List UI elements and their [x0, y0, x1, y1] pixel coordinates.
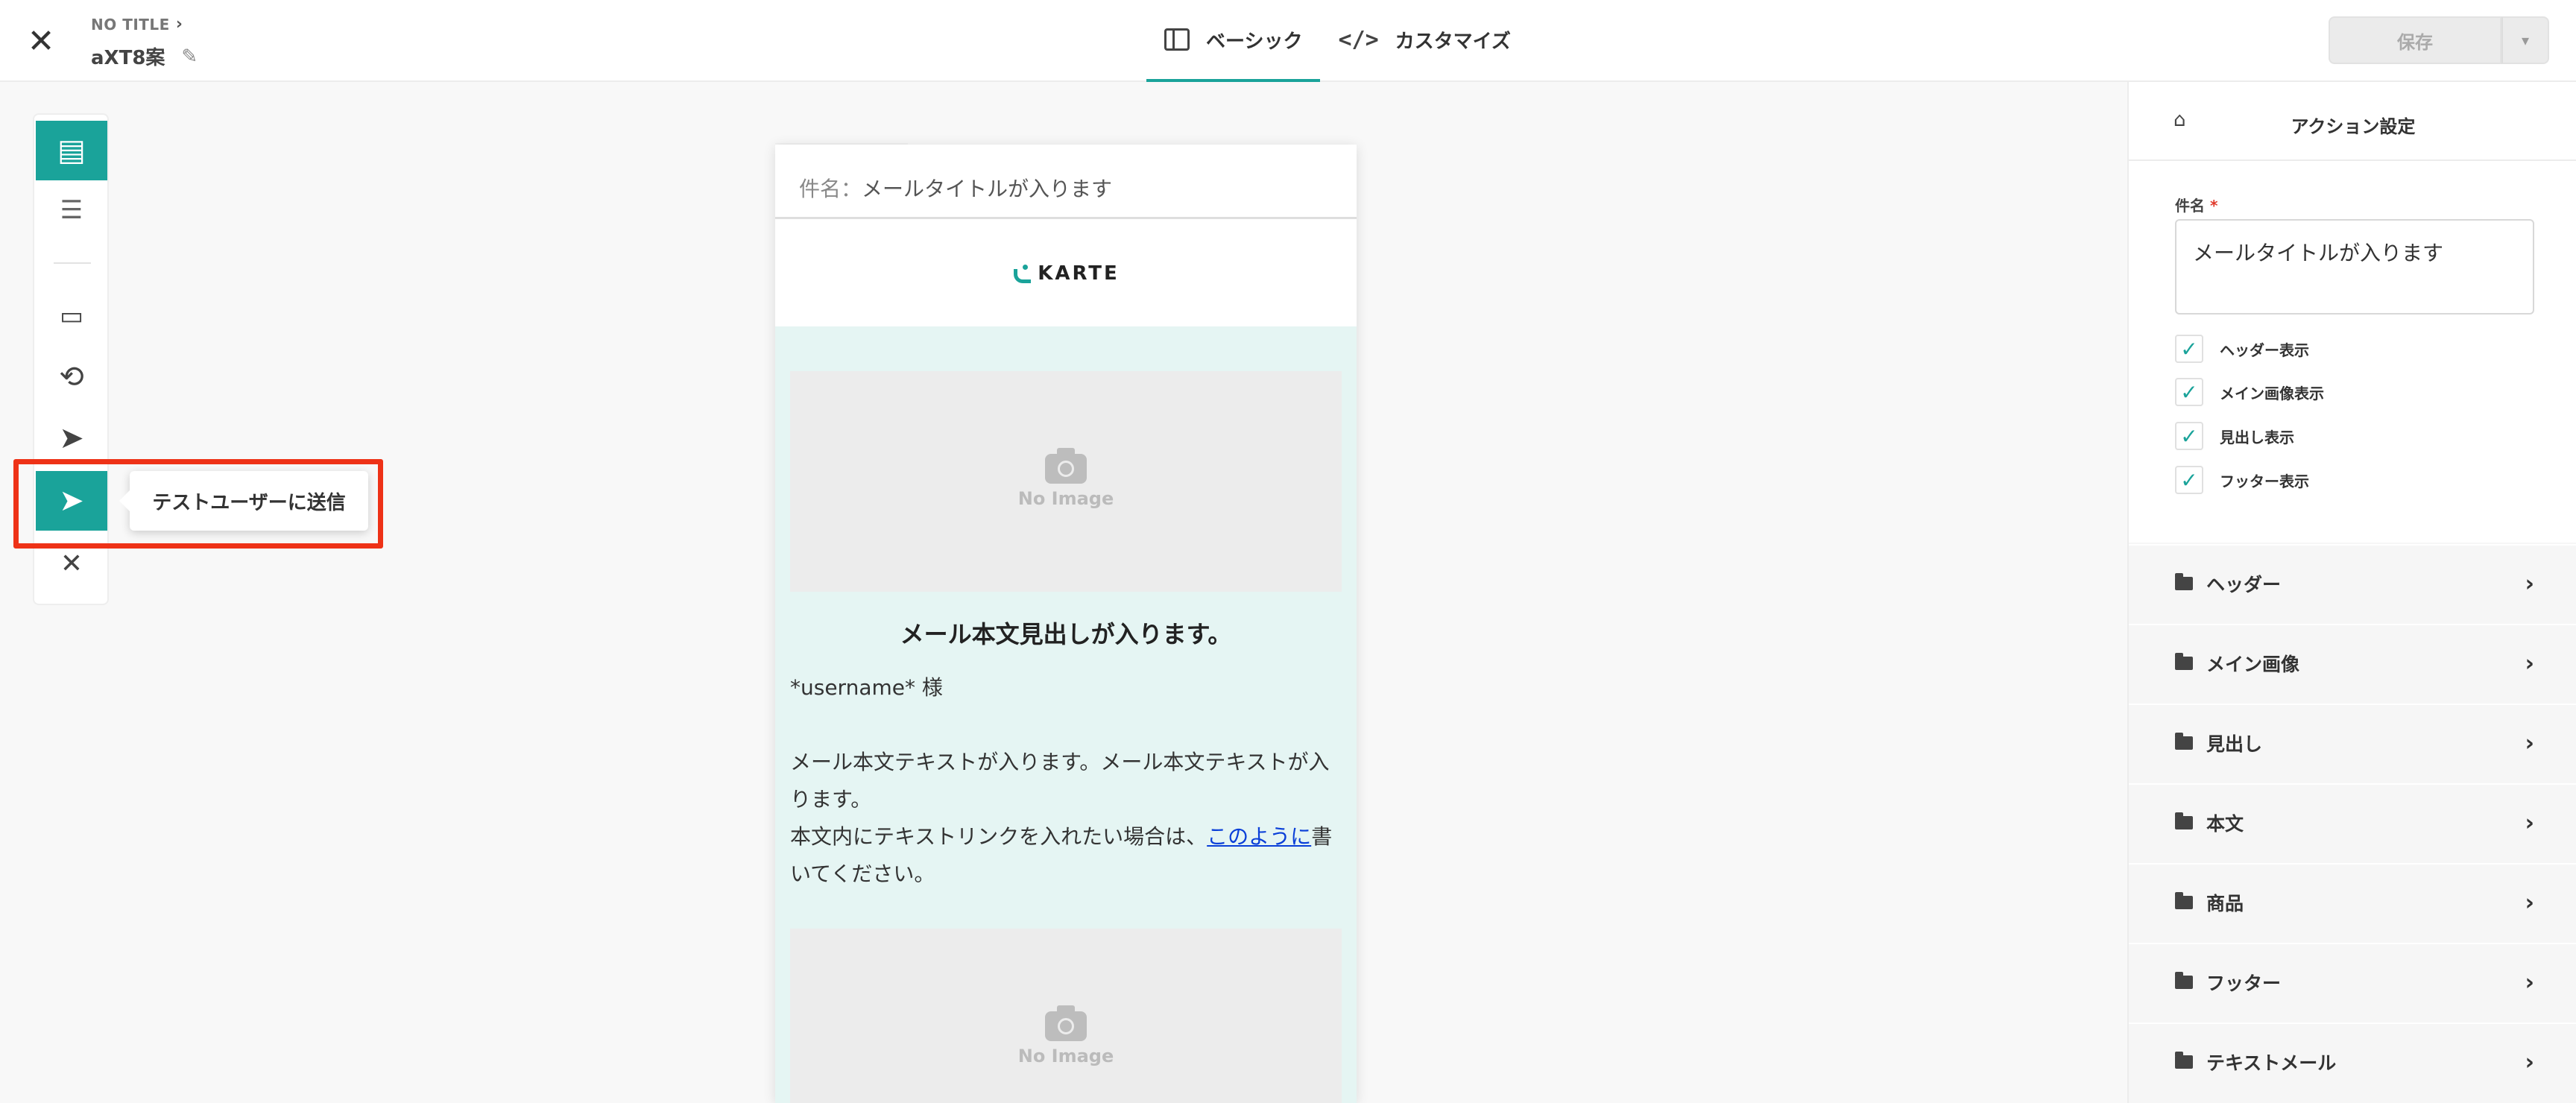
tab-basic[interactable]: ベーシック [1146, 0, 1321, 82]
checkbox-header-display[interactable]: ✓ ヘッダー表示 [2175, 334, 2309, 364]
breadcrumb[interactable]: NO TITLE › [91, 15, 198, 34]
checkbox-footer-display[interactable]: ✓ フッター表示 [2175, 465, 2309, 495]
section-header[interactable]: ヘッダー › [2129, 544, 2576, 622]
email-paragraph[interactable]: メール本文テキストが入ります。メール本文テキストが入ります。 本文内にテキストリ… [790, 744, 1342, 893]
section-label: 商品 [2206, 893, 2244, 914]
section-main-image[interactable]: メイン画像 › [2129, 624, 2576, 701]
chevron-right-icon: › [2525, 969, 2534, 996]
title-block: NO TITLE › aXT8案 ✎ [91, 15, 198, 70]
folder-icon [2175, 812, 2193, 829]
section-heading[interactable]: 見出し › [2129, 704, 2576, 781]
product-image-placeholder[interactable]: No Image [790, 929, 1342, 1103]
save-button[interactable]: 保存 [2329, 16, 2501, 64]
folder-icon [2175, 653, 2193, 670]
send-icon[interactable]: ➤ [36, 408, 107, 468]
checkbox-main-image-display[interactable]: ✓ メイン画像表示 [2175, 377, 2324, 407]
email-greeting[interactable]: *username* 様 [790, 669, 1342, 707]
checkmark-icon[interactable]: ✓ [2175, 335, 2203, 363]
text-link[interactable]: このように [1207, 824, 1311, 849]
section-text-mail[interactable]: テキストメール › [2129, 1023, 2576, 1100]
checkbox-label: フッター表示 [2220, 472, 2309, 490]
subject-input[interactable] [2175, 219, 2534, 315]
folder-icon [2175, 1052, 2193, 1069]
checkmark-icon[interactable]: ✓ [2175, 422, 2203, 450]
page-title: aXT8案 ✎ [91, 42, 198, 70]
folder-icon [2175, 573, 2193, 590]
checkbox-label: 見出し表示 [2220, 428, 2294, 446]
folder-icon [2175, 733, 2193, 750]
chevron-right-icon: › [175, 15, 183, 34]
tooltip: テストユーザーに送信 [119, 471, 368, 531]
chevron-down-icon[interactable]: ▾ [2501, 16, 2549, 64]
camera-icon [1045, 448, 1087, 484]
email-heading[interactable]: メール本文見出しが入ります。 [775, 616, 1357, 650]
document-icon[interactable]: ☰ [36, 180, 107, 240]
section-label: 本文 [2206, 813, 2244, 835]
section-label: 見出し [2206, 733, 2263, 755]
tab-customize-label: カスタマイズ [1395, 30, 1511, 53]
code-icon: </> [1338, 26, 1379, 53]
folder-icon [2175, 972, 2193, 989]
required-mark: * [2209, 197, 2218, 215]
checkbox-label: メイン画像表示 [2220, 384, 2324, 402]
section-label: メイン画像 [2206, 654, 2300, 675]
email-subject-text: メールタイトルが入ります [862, 176, 1113, 201]
subject-field-label-text: 件名 [2175, 197, 2205, 215]
folder-icon [2175, 892, 2193, 909]
link-prefix: 本文内にテキストリンクを入れたい場合は、 [790, 824, 1208, 849]
no-image-label: No Image [1017, 488, 1114, 509]
camera-icon [1045, 1005, 1087, 1041]
section-label: フッター [2206, 973, 2282, 994]
page-title-text: aXT8案 [91, 47, 165, 69]
mode-tabs: ベーシック </> カスタマイズ [1146, 0, 1529, 82]
email-header[interactable]: KARTE [775, 221, 1357, 326]
top-bar: ✕ NO TITLE › aXT8案 ✎ ベーシック </> カスタマイズ 保存… [0, 0, 2576, 82]
chevron-right-icon: › [2525, 809, 2534, 836]
no-image-label: No Image [1017, 1046, 1114, 1066]
tab-customize[interactable]: </> カスタマイズ [1320, 0, 1528, 82]
email-paragraph-text: メール本文テキストが入ります。メール本文テキストが入ります。 [790, 750, 1330, 812]
breadcrumb-label: NO TITLE [91, 15, 170, 34]
subject-field-label: 件名 * [2175, 194, 2217, 215]
karte-logo: KARTE [1012, 262, 1120, 285]
close-icon[interactable]: ✕ [22, 22, 60, 60]
checkmark-icon[interactable]: ✓ [2175, 466, 2203, 494]
responsive-devices-icon[interactable]: ▭ [36, 286, 107, 346]
toolbar-divider [54, 262, 91, 264]
karte-mark-icon [1012, 265, 1032, 283]
checkmark-icon[interactable]: ✓ [2175, 378, 2203, 406]
layout-template-icon[interactable]: ▤ [36, 121, 107, 180]
email-body: No Image メール本文見出しが入ります。 *username* 様 メール… [775, 326, 1357, 1103]
section-label: テキストメール [2206, 1052, 2337, 1074]
chevron-right-icon: › [2525, 730, 2534, 756]
action-settings-panel: ⌂ アクション設定 件名 * ✓ ヘッダー表示 ✓ メイン画像表示 ✓ 見出し表… [2127, 82, 2576, 1103]
email-subject-bar: 件名： メールタイトルが入ります [775, 158, 1357, 219]
send-test-user-icon[interactable]: ➤ [36, 471, 107, 531]
panel-title: アクション設定 [2291, 116, 2416, 137]
tab-basic-label: ベーシック [1206, 30, 1303, 53]
panel-header: ⌂ アクション設定 [2129, 82, 2576, 161]
save-group: 保存 ▾ [2329, 16, 2549, 64]
section-label: ヘッダー [2206, 574, 2282, 595]
email-subject-label: 件名： [799, 176, 862, 201]
chevron-right-icon: › [2525, 1049, 2534, 1075]
chevron-right-icon: › [2525, 570, 2534, 597]
expand-icon[interactable]: ✕ [36, 534, 107, 593]
panel-icon [1164, 28, 1190, 51]
section-body[interactable]: 本文 › [2129, 783, 2576, 861]
checkbox-label: ヘッダー表示 [2220, 341, 2309, 359]
checkbox-heading-display[interactable]: ✓ 見出し表示 [2175, 421, 2294, 451]
chevron-right-icon: › [2525, 650, 2534, 677]
pencil-icon[interactable]: ✎ [181, 45, 198, 68]
chevron-right-icon: › [2525, 889, 2534, 916]
left-toolbar: ▤ ☰ ▭ ⟲ ➤ ➤ ✕ [33, 113, 109, 605]
section-footer[interactable]: フッター › [2129, 943, 2576, 1020]
rotate-device-icon[interactable]: ⟲ [36, 347, 107, 407]
main-image-placeholder[interactable]: No Image [790, 371, 1342, 592]
karte-logo-text: KARTE [1038, 262, 1120, 285]
section-products[interactable]: 商品 › [2129, 863, 2576, 941]
